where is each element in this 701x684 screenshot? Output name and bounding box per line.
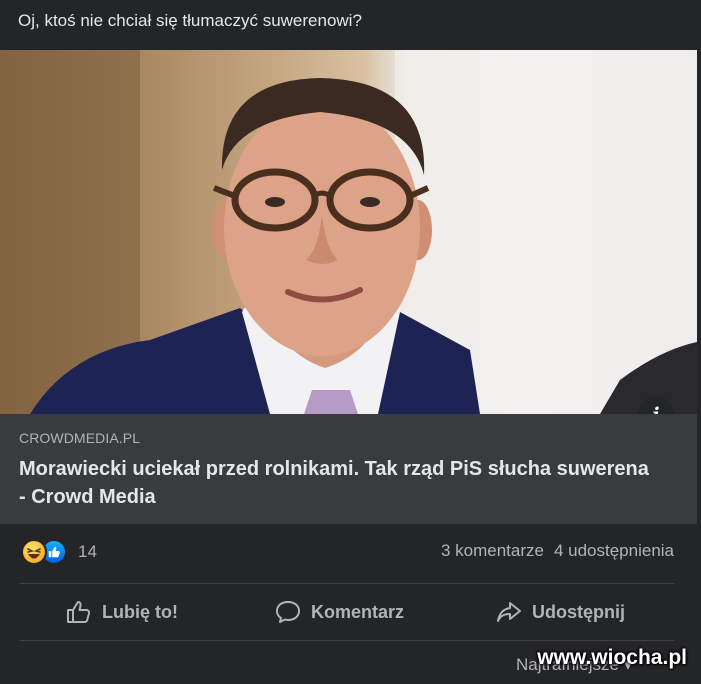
comment-button[interactable]: Komentarz <box>275 586 404 638</box>
reaction-count: 14 <box>78 542 97 561</box>
reactions-summary[interactable]: 14 <box>21 539 97 565</box>
comments-count-link[interactable]: 3 komentarze <box>441 541 544 561</box>
share-button-label: Udostępnij <box>532 601 625 622</box>
link-headline[interactable]: Morawiecki uciekał przed rolnikami. Tak … <box>19 455 659 511</box>
like-button-label: Lubię to! <box>102 601 178 622</box>
portrait-photo <box>0 50 697 414</box>
watermark: www.wiocha.pl <box>537 646 687 669</box>
post-text: Oj, ktoś nie chciał się tłumaczyć suwere… <box>18 11 362 30</box>
haha-reaction-icon <box>21 539 47 565</box>
link-preview-card[interactable]: i CROWDMEDIA.PL Morawiecki uciekał przed… <box>0 50 697 524</box>
share-button[interactable]: Udostępnij <box>496 586 625 638</box>
thumbs-up-icon <box>67 601 91 623</box>
post-actions: Lubię to! Komentarz Udostępnij <box>0 586 701 638</box>
comment-button-label: Komentarz <box>311 601 405 622</box>
share-icon <box>497 602 521 622</box>
link-preview-image[interactable]: i <box>0 50 697 414</box>
like-button[interactable]: Lubię to! <box>66 586 178 638</box>
comment-icon <box>276 601 300 623</box>
link-domain: CROWDMEDIA.PL <box>19 430 141 446</box>
divider <box>20 640 674 641</box>
divider <box>20 583 674 584</box>
post-stats: 14 3 komentarze 4 udostępnienia <box>0 528 701 578</box>
shares-count-link[interactable]: 4 udostępnienia <box>554 541 674 561</box>
